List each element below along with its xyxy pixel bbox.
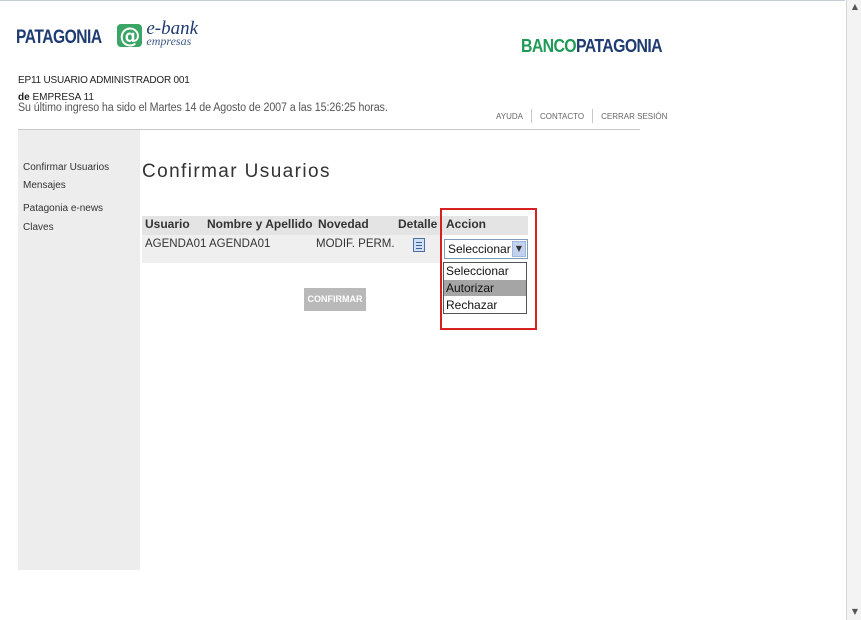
cell-usuario: AGENDA01 bbox=[145, 238, 207, 250]
logo-wordmark: PATAGONIA bbox=[16, 27, 102, 48]
user-name: EP11 USUARIO ADMINISTRADOR 001 bbox=[18, 75, 190, 86]
page-title: Confirmar Usuarios bbox=[142, 161, 331, 182]
link-divider bbox=[530, 109, 532, 123]
scroll-up-icon[interactable]: ▲ bbox=[852, 2, 858, 11]
last-login-text: Su último ingreso ha sido el Martes 14 d… bbox=[18, 102, 388, 114]
cell-nombre: AGENDA01 bbox=[209, 238, 271, 250]
bank-logo-part-1: BANCO bbox=[521, 36, 577, 56]
sidebar: Confirmar Usuarios Mensajes Patagonia e-… bbox=[18, 130, 140, 570]
cell-novedad: MODIF. PERM. bbox=[316, 238, 395, 250]
document-icon[interactable] bbox=[413, 238, 425, 252]
sidebar-item-mensajes[interactable]: Mensajes bbox=[23, 180, 66, 191]
contact-link[interactable]: CONTACTO bbox=[540, 112, 584, 121]
highlight-box bbox=[440, 208, 537, 330]
scroll-down-icon[interactable]: ▼ bbox=[852, 607, 858, 616]
at-sign-icon: @ bbox=[117, 23, 143, 48]
sidebar-item-patagonia-enews[interactable]: Patagonia e-news bbox=[23, 203, 103, 214]
ebank-wordmark: e-bank empresas bbox=[146, 19, 198, 48]
column-header-usuario: Usuario bbox=[145, 217, 190, 231]
column-header-nombre: Nombre y Apellido bbox=[207, 217, 313, 231]
banco-patagonia-logo: BANCOPATAGONIA bbox=[521, 36, 663, 57]
patagonia-ebank-logo: PATAGONIA @ e-bank empresas bbox=[16, 19, 198, 49]
confirm-button[interactable]: CONFIRMAR bbox=[304, 288, 366, 311]
column-header-detalle: Detalle bbox=[398, 217, 438, 231]
logout-link[interactable]: CERRAR SESIÓN bbox=[601, 112, 667, 121]
bank-logo-part-2: PATAGONIA bbox=[576, 36, 663, 56]
column-header-novedad: Novedad bbox=[318, 217, 369, 231]
link-divider bbox=[592, 109, 594, 123]
top-links: AYUDA CONTACTO CERRAR SESIÓN bbox=[496, 109, 667, 123]
sidebar-item-confirmar-usuarios[interactable]: Confirmar Usuarios bbox=[23, 162, 109, 173]
vertical-scrollbar[interactable]: ▲ ▼ bbox=[846, 0, 861, 620]
top-border bbox=[0, 0, 845, 1]
help-link[interactable]: AYUDA bbox=[496, 112, 523, 121]
empresas-label: empresas bbox=[146, 34, 192, 48]
sidebar-item-claves[interactable]: Claves bbox=[23, 222, 54, 233]
